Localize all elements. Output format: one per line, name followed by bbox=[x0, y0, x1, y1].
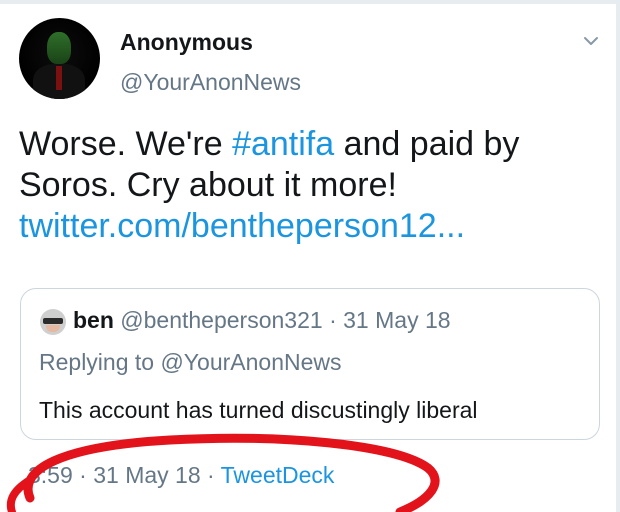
tweet-metadata: 3:59 · 31 May 18 · TweetDeck bbox=[28, 462, 334, 489]
chevron-down-icon[interactable] bbox=[583, 33, 599, 49]
meta-separator-1: · bbox=[72, 462, 94, 488]
user-handle[interactable]: @YourAnonNews bbox=[120, 69, 301, 96]
meta-separator-2: · bbox=[200, 462, 221, 488]
quoted-user-handle: @bentheperson321 bbox=[120, 307, 323, 333]
quoted-user-avatar bbox=[40, 309, 66, 335]
tweet-text: Worse. We're #antifa and paid by Soros. … bbox=[19, 124, 589, 247]
quoted-separator: · bbox=[322, 307, 344, 333]
quoted-date: 31 May 18 bbox=[343, 307, 451, 333]
hashtag-link[interactable]: #antifa bbox=[232, 125, 334, 163]
tweet-url-link[interactable]: twitter.com/bentheperson12... bbox=[19, 207, 465, 245]
quoted-tweet-text: This account has turned discustingly lib… bbox=[39, 397, 478, 423]
top-border bbox=[0, 0, 620, 4]
replying-to-label: Replying to @YourAnonNews bbox=[39, 349, 342, 375]
user-display-name[interactable]: Anonymous bbox=[120, 29, 253, 56]
quoted-tweet-card[interactable]: ben @bentheperson321 · 31 May 18 Replyin… bbox=[20, 288, 600, 440]
quoted-user-name: ben bbox=[73, 307, 114, 333]
quoted-tweet-header: ben @bentheperson321 · 31 May 18 bbox=[73, 307, 451, 334]
tweet-time[interactable]: 3:59 bbox=[28, 462, 73, 488]
tweet-source-link[interactable]: TweetDeck bbox=[221, 462, 335, 488]
tweet-date[interactable]: 31 May 18 bbox=[93, 462, 200, 488]
avatar-mask bbox=[47, 32, 71, 64]
avatar[interactable] bbox=[19, 18, 100, 99]
right-border bbox=[616, 0, 620, 512]
tweet-text-part1: Worse. We're bbox=[19, 125, 233, 163]
avatar-tie bbox=[56, 66, 62, 90]
